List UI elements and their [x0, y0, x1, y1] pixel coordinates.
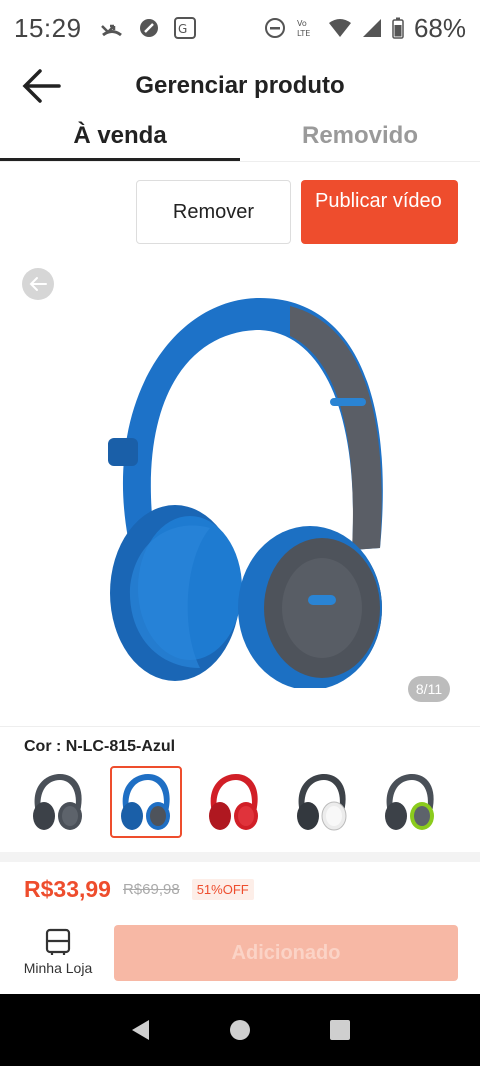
cell-signal-icon: [362, 18, 382, 38]
translate-icon: G: [173, 17, 196, 39]
tab-removido[interactable]: Removido: [240, 116, 480, 161]
product-image-gallery[interactable]: 8/11: [0, 258, 480, 726]
battery-icon: [392, 17, 404, 39]
original-price: R$69,98: [122, 881, 180, 898]
blocked-app-icon: [138, 17, 160, 39]
nav-home-button[interactable]: [220, 1010, 260, 1050]
image-counter: 8/11: [408, 676, 450, 702]
arrow-left-icon: [29, 277, 47, 291]
current-price: R$33,99: [24, 876, 111, 902]
triangle-back-icon: [132, 1020, 149, 1040]
app-header: Gerenciar produto: [0, 56, 480, 116]
status-system-icons: Vo LTE 68%: [264, 13, 466, 44]
my-shop-button[interactable]: Minha Loja: [20, 928, 96, 976]
do-not-disturb-icon: [264, 17, 286, 39]
previous-image-button[interactable]: [22, 268, 54, 300]
system-nav-bar: [0, 994, 480, 1066]
variation-list: [22, 766, 446, 838]
headphone-thumbnail: [297, 774, 347, 831]
variation-option[interactable]: [198, 766, 270, 838]
headphone-thumbnail: [385, 774, 434, 830]
back-button[interactable]: [20, 64, 64, 108]
nav-recents-button[interactable]: [320, 1010, 360, 1050]
added-button: Adicionado: [114, 925, 458, 981]
arrow-left-icon: [22, 69, 61, 103]
wifi-icon: [328, 18, 352, 38]
section-separator: [0, 852, 480, 862]
page-title: Gerenciar produto: [135, 72, 345, 99]
tab-bar: À venda Removido: [0, 116, 480, 162]
price-row: R$33,99 R$69,98 51%OFF: [24, 876, 254, 903]
missed-call-icon: [100, 18, 124, 38]
discount-badge: 51%OFF: [191, 879, 254, 900]
square-recents-icon: [330, 1020, 350, 1040]
svg-text:LTE: LTE: [297, 29, 310, 38]
svg-text:G: G: [178, 22, 187, 36]
product-image: [108, 298, 383, 688]
nav-back-button[interactable]: [120, 1010, 160, 1050]
headphone-thumbnail: [209, 774, 258, 830]
variation-option[interactable]: [22, 766, 94, 838]
headphone-thumbnail: [121, 774, 170, 830]
status-bar: 15:29 G Vo LTE 68%: [0, 0, 480, 56]
status-notification-icons: G: [100, 17, 196, 39]
variation-option-selected[interactable]: [110, 766, 182, 838]
variation-option[interactable]: [374, 766, 446, 838]
remove-button[interactable]: Remover: [136, 180, 291, 244]
variation-label: Cor : N-LC-815-Azul: [24, 738, 176, 755]
battery-percent: 68%: [413, 12, 466, 43]
status-time: 15:29: [14, 12, 82, 43]
product-actions: Remover Publicar vídeo: [0, 178, 480, 246]
svg-text:Vo: Vo: [297, 19, 307, 28]
tab-a-venda[interactable]: À venda: [0, 116, 240, 161]
variation-option[interactable]: [286, 766, 358, 838]
circle-home-icon: [230, 1020, 250, 1040]
publish-video-button[interactable]: Publicar vídeo: [301, 180, 458, 244]
shop-icon: [45, 928, 71, 955]
my-shop-label: Minha Loja: [23, 960, 93, 976]
volte-icon: Vo LTE: [296, 17, 318, 39]
headphone-thumbnail: [33, 774, 82, 830]
divider: [0, 726, 480, 727]
